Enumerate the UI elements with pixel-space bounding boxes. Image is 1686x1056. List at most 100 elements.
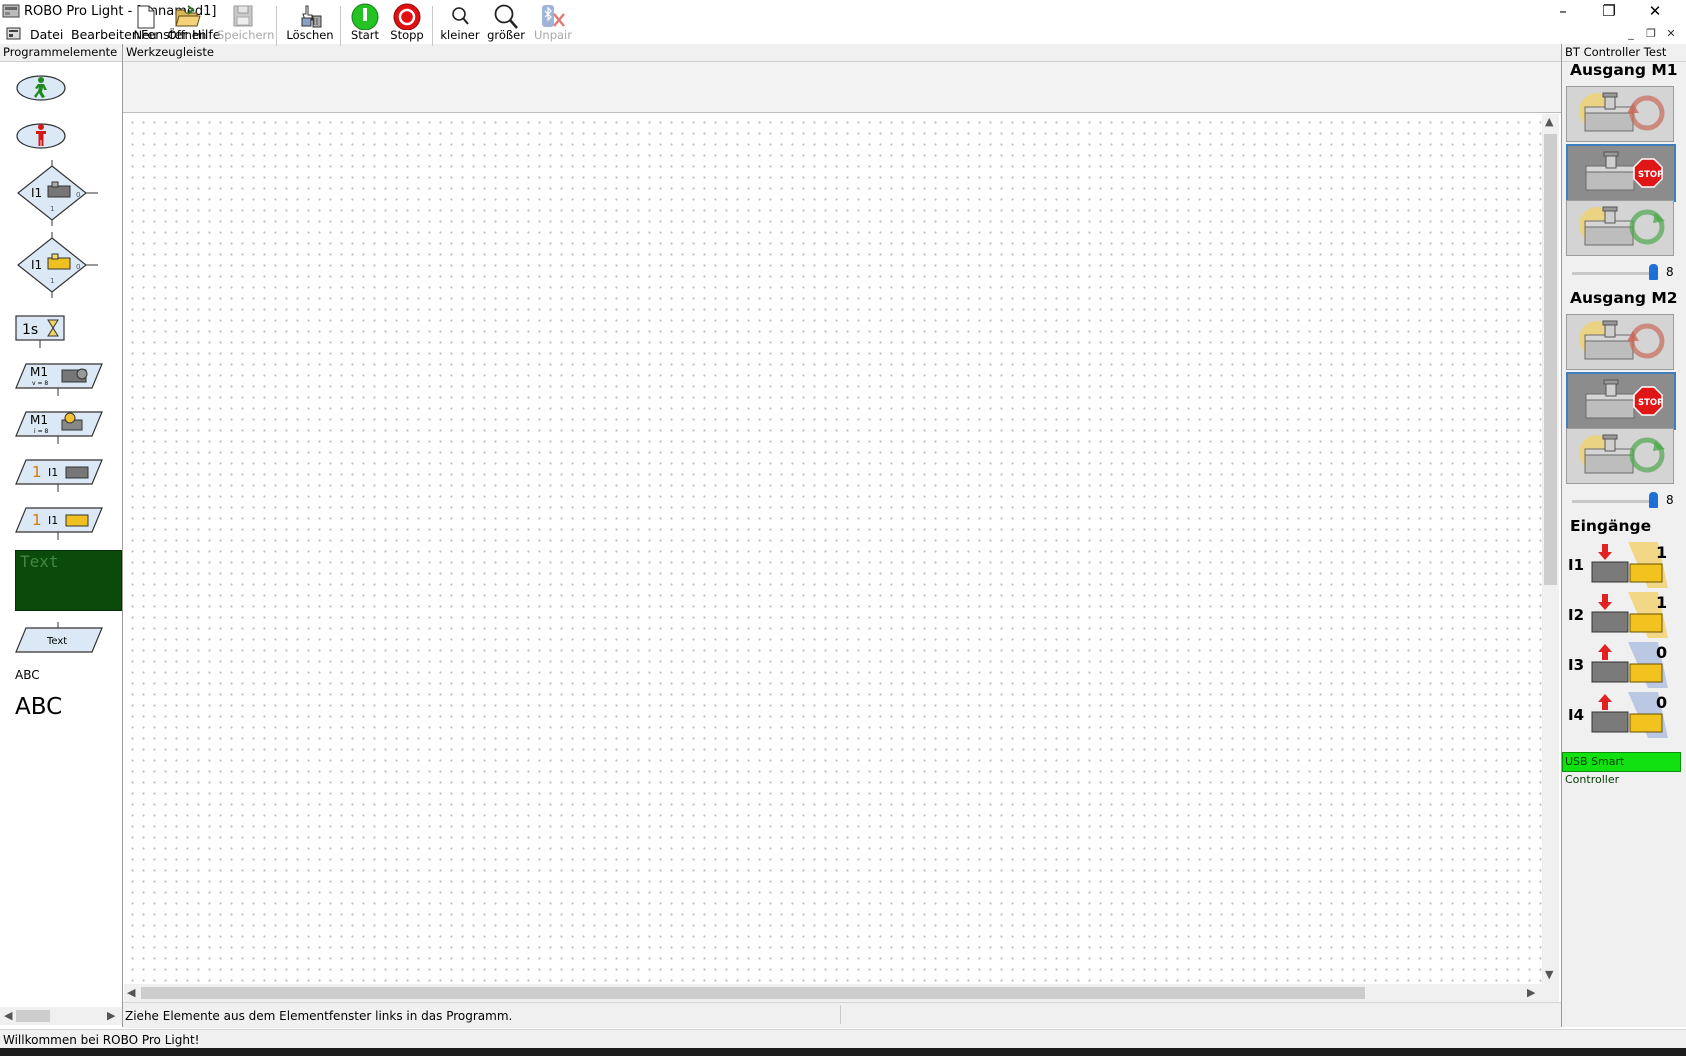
palette-display-element[interactable]: Text	[15, 550, 122, 611]
arrow-down-icon	[1598, 544, 1612, 560]
mdi-close-button[interactable]: ✕	[1663, 28, 1679, 42]
arrow-up-icon	[1598, 694, 1612, 710]
scroll-down-arrow[interactable]: ▼	[1545, 968, 1553, 981]
arrow-up-icon	[1598, 644, 1612, 660]
palette-text-large-element[interactable]: ABC	[15, 694, 62, 720]
maximize-window-button[interactable]: ❐	[1586, 0, 1632, 24]
scroll-left-arrow[interactable]: ◀	[127, 986, 135, 999]
controller-test-header: BT Controller Test	[1562, 44, 1686, 62]
toolbar-separator	[340, 6, 341, 46]
menu-datei[interactable]: Datei	[30, 27, 63, 42]
palette-wait-input-element[interactable]: 1 I1	[14, 456, 104, 492]
horizontal-scroll-thumb[interactable]	[141, 987, 1365, 999]
input-i4-indicator: 0	[1591, 692, 1668, 738]
palette-text-small-element[interactable]: ABC	[15, 668, 40, 682]
start-button[interactable]: Start	[348, 2, 382, 48]
svg-text:0: 0	[76, 191, 80, 199]
m1-stop-button[interactable]: STOP	[1566, 144, 1676, 202]
arrow-down-icon	[1598, 594, 1612, 610]
input-i2-label: I2	[1568, 606, 1585, 624]
open-button[interactable]: Öffnen	[167, 2, 207, 48]
floppy-disk-icon	[233, 5, 253, 27]
delete-button[interactable]: Löschen	[286, 2, 334, 48]
toolbar-separator	[276, 6, 277, 46]
stop-icon	[393, 3, 421, 30]
palette-message-element[interactable]: Text	[14, 622, 104, 658]
input-i3-label: I3	[1568, 656, 1585, 674]
palette-branch-sensor-element[interactable]: I1 0 1	[14, 232, 100, 298]
close-window-button[interactable]: ✕	[1632, 0, 1678, 24]
document-icon[interactable]	[6, 26, 22, 42]
input-i2-indicator: 1	[1591, 592, 1668, 638]
m2-stop-button[interactable]: STOP	[1566, 372, 1676, 430]
m1-rotate-left-button[interactable]	[1566, 86, 1674, 142]
inputs-title: Eingänge	[1570, 517, 1652, 535]
zoom-in-button[interactable]: größer	[486, 2, 526, 48]
minimize-window-button[interactable]: –	[1540, 0, 1586, 24]
stop-sign-icon: STOP	[1633, 158, 1663, 188]
bluetooth-unpair-icon	[542, 5, 565, 27]
new-button[interactable]: Neu	[128, 2, 162, 48]
delete-hand-icon	[301, 5, 322, 28]
palette-lamp-element[interactable]: M1 i = 8	[14, 408, 104, 444]
status-bar	[0, 1029, 1686, 1049]
zoom-out-button[interactable]: kleiner	[440, 2, 480, 48]
input-i1-indicator: 1	[1591, 542, 1668, 588]
palette-wait-sensor-element[interactable]: 1 I1	[14, 504, 104, 540]
palette-branch-input-element[interactable]: I1 0 1	[14, 160, 100, 226]
output-m2-title: Ausgang M2	[1570, 289, 1678, 307]
svg-text:M1: M1	[30, 365, 48, 379]
svg-text:I1: I1	[31, 186, 42, 200]
m2-speed-value: 8	[1666, 493, 1674, 507]
toolbar-separator	[432, 6, 433, 46]
m1-speed-slider-thumb[interactable]	[1649, 264, 1658, 280]
push-button-sensor-icon	[65, 466, 89, 479]
svg-text:1: 1	[50, 205, 54, 213]
stop-button[interactable]: Stopp	[389, 2, 425, 48]
m1-speed-slider-track[interactable]	[1572, 272, 1652, 275]
new-document-icon	[137, 5, 155, 29]
m1-rotate-right-button[interactable]	[1566, 200, 1674, 256]
palette-scroll-left-arrow[interactable]: ◀	[4, 1009, 12, 1022]
palette-motor-element[interactable]: M1 v = 8	[14, 360, 104, 396]
unpair-button[interactable]: Unpair	[533, 2, 573, 48]
input-i4-label: I4	[1568, 706, 1585, 724]
hint-text: Ziehe Elemente aus dem Elementfenster li…	[125, 1009, 513, 1023]
mdi-minimize-button[interactable]: _	[1623, 28, 1639, 42]
palette-end-element[interactable]	[14, 120, 68, 154]
program-canvas[interactable]	[124, 114, 1542, 984]
zoom-out-icon	[452, 7, 469, 25]
svg-text:1: 1	[32, 511, 42, 529]
open-folder-icon	[175, 5, 201, 27]
m2-rotate-left-button[interactable]	[1566, 314, 1674, 370]
svg-text:1: 1	[32, 463, 42, 481]
svg-text:STOP: STOP	[1638, 170, 1663, 180]
palette-scroll-right-arrow[interactable]: ▶	[107, 1009, 115, 1022]
input-i1-label: I1	[1568, 556, 1585, 574]
save-button[interactable]: Speichern	[217, 2, 274, 48]
vertical-scroll-thumb[interactable]	[1544, 134, 1557, 585]
m2-speed-slider-thumb[interactable]	[1649, 492, 1658, 508]
input-i3-indicator: 0	[1591, 642, 1668, 688]
mdi-restore-button[interactable]: ❐	[1643, 28, 1659, 42]
controller-status-badge: USB Smart Controller	[1562, 752, 1681, 786]
toolbar-header: Werkzeugleiste	[123, 44, 1561, 62]
scroll-right-arrow[interactable]: ▶	[1527, 986, 1535, 999]
palette-scroll-thumb[interactable]	[16, 1010, 50, 1022]
taskbar-edge	[0, 1048, 1686, 1056]
app-icon	[2, 4, 20, 18]
m1-speed-value: 8	[1666, 265, 1674, 279]
palette-start-element[interactable]	[14, 72, 68, 106]
m2-speed-slider-track[interactable]	[1572, 500, 1652, 503]
m2-rotate-right-button[interactable]	[1566, 428, 1674, 484]
svg-text:v = 8: v = 8	[32, 380, 48, 387]
svg-text:I1: I1	[31, 258, 42, 272]
display-text-label: Text	[20, 552, 59, 571]
stop-sign-icon: STOP	[1633, 386, 1663, 416]
toolbar	[123, 62, 1561, 113]
element-panel-header: Programmelemente	[0, 44, 122, 62]
start-icon	[351, 3, 379, 30]
scroll-up-arrow[interactable]: ▲	[1545, 115, 1553, 128]
palette-wait-element[interactable]: 1s	[14, 310, 68, 348]
svg-text:I1: I1	[48, 514, 58, 527]
